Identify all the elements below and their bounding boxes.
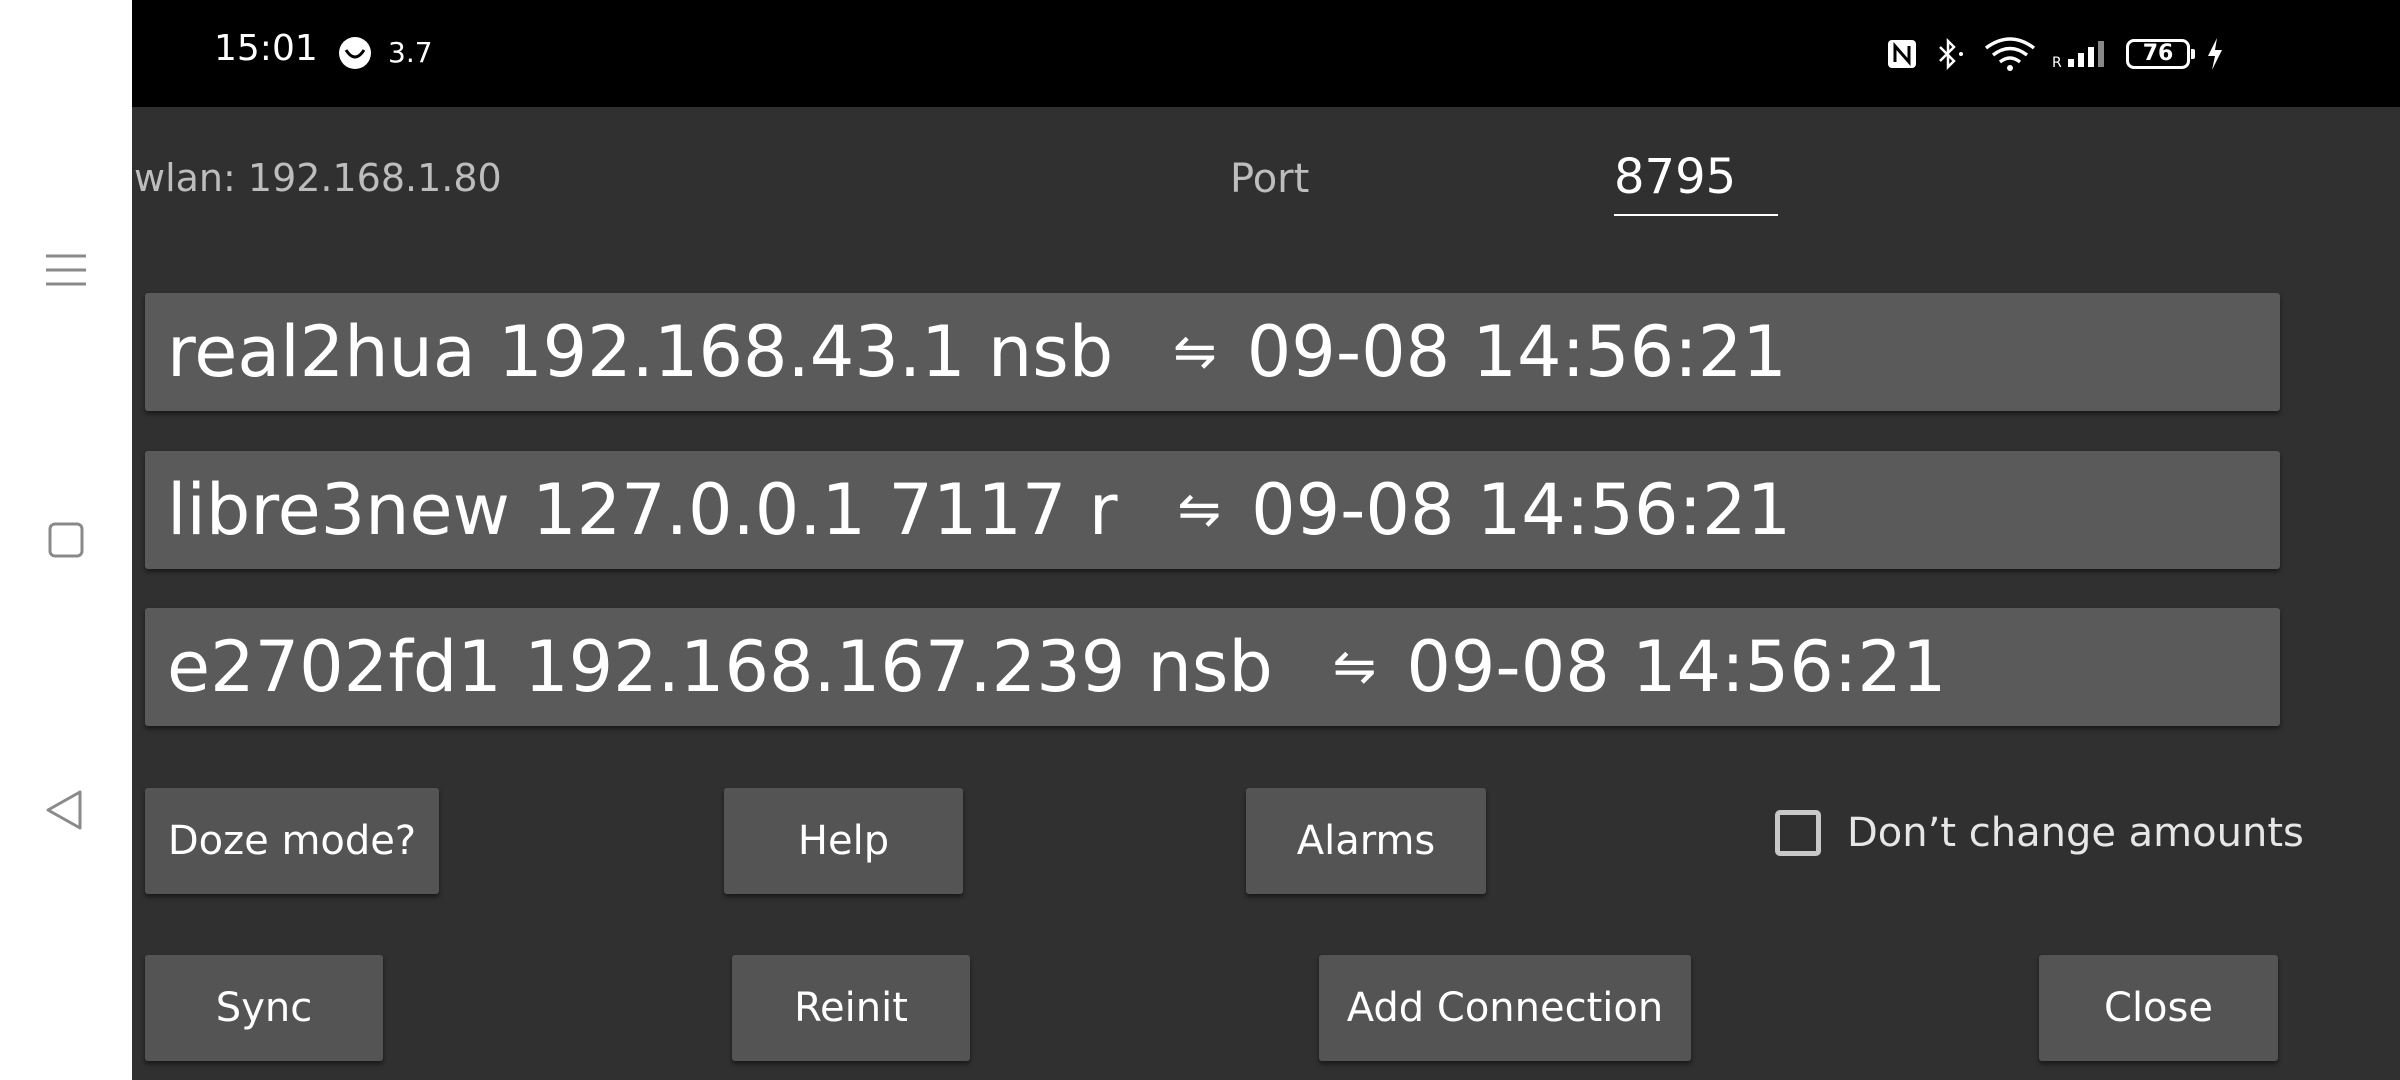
home-icon[interactable] [40, 514, 92, 566]
sync-arrows-icon: ⇋ [1173, 322, 1217, 382]
notification-icon [339, 37, 371, 69]
port-label: Port [1230, 156, 1310, 202]
wifi-icon [1984, 37, 2036, 71]
connection-row[interactable]: libre3new 127.0.0.1 7117 r ⇋ 09-08 14:56… [145, 451, 2280, 569]
close-button[interactable]: Close [2039, 955, 2278, 1061]
connection-timestamp: 09-08 14:56:21 [1251, 469, 1792, 551]
checkbox-box[interactable] [1775, 810, 1821, 856]
wlan-address: wlan: 192.168.1.80 [134, 156, 502, 200]
charging-icon [2208, 38, 2222, 70]
connection-info: libre3new 127.0.0.1 7117 r [167, 469, 1118, 551]
svg-text:R: R [2052, 55, 2062, 69]
doze-mode-button[interactable]: Doze mode? [145, 788, 439, 894]
menu-icon[interactable] [40, 244, 92, 296]
sync-button[interactable]: Sync [145, 955, 383, 1061]
sync-arrows-icon: ⇋ [1177, 480, 1222, 540]
connection-timestamp: 09-08 14:56:21 [1246, 311, 1787, 393]
connection-timestamp: 09-08 14:56:21 [1406, 626, 1947, 708]
back-icon[interactable] [40, 784, 92, 836]
help-button[interactable]: Help [724, 788, 963, 894]
checkbox-label: Don’t change amounts [1847, 810, 2304, 856]
status-bar: 15:01 3.7 R 76 [132, 0, 2400, 107]
clock: 15:01 [214, 28, 318, 69]
notification-text: 3.7 [388, 36, 433, 69]
alarms-button[interactable]: Alarms [1246, 788, 1486, 894]
dont-change-amounts-checkbox[interactable]: Don’t change amounts [1775, 810, 2304, 856]
nfc-icon [1888, 40, 1916, 68]
connection-info: e2702fd1 192.168.167.239 nsb [167, 626, 1273, 708]
add-connection-button[interactable]: Add Connection [1319, 955, 1691, 1061]
sync-arrows-icon: ⇋ [1332, 637, 1377, 697]
battery-icon: 76 [2126, 39, 2195, 69]
signal-icon: R [2052, 41, 2104, 69]
connection-row[interactable]: e2702fd1 192.168.167.239 nsb ⇋ 09-08 14:… [145, 608, 2280, 726]
navigation-bar [0, 0, 132, 1080]
bluetooth-icon [1939, 37, 1963, 71]
connection-row[interactable]: real2hua 192.168.43.1 nsb ⇋ 09-08 14:56:… [145, 293, 2280, 411]
reinit-button[interactable]: Reinit [732, 955, 970, 1061]
connection-info: real2hua 192.168.43.1 nsb [167, 311, 1114, 393]
port-input[interactable] [1614, 140, 1778, 216]
